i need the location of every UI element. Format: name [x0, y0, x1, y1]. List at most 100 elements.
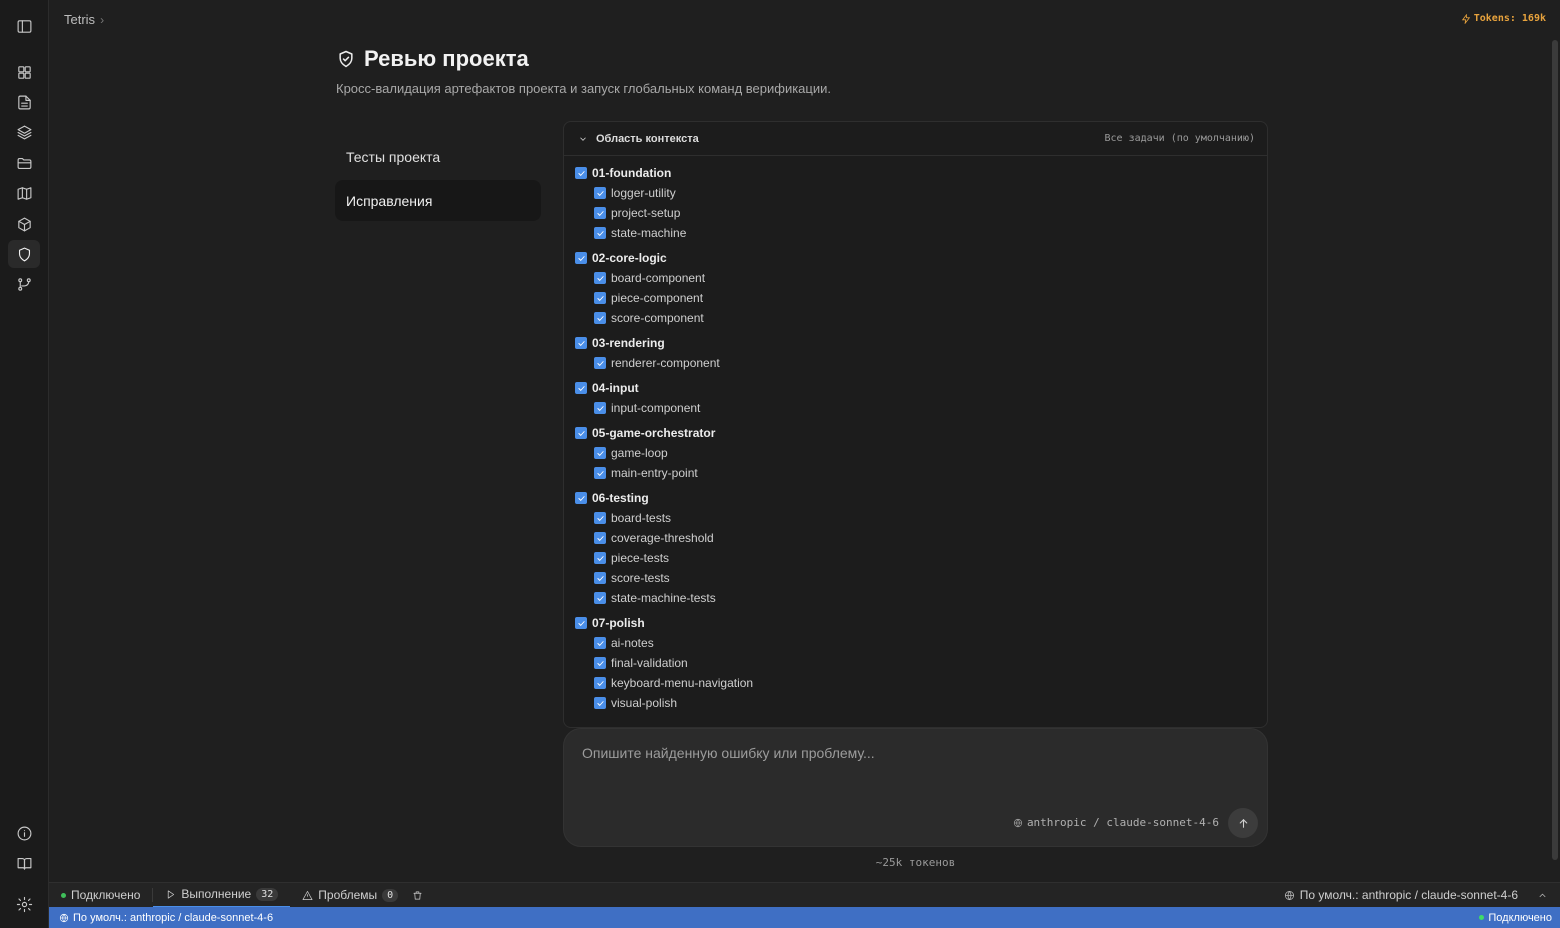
group-checkbox[interactable]	[575, 337, 587, 349]
group-checkbox[interactable]	[575, 617, 587, 629]
task-checkbox[interactable]	[594, 187, 606, 199]
chevron-up-icon[interactable]	[1537, 890, 1548, 901]
check-icon	[596, 575, 604, 581]
group-name: 04-input	[592, 381, 639, 395]
task-name: final-validation	[611, 656, 688, 670]
model-selector[interactable]: anthropic / claude-sonnet-4-6	[1013, 816, 1219, 829]
shield-icon[interactable]	[8, 240, 40, 268]
status-model[interactable]: По умолч.: anthropic / claude-sonnet-4-6	[59, 912, 273, 924]
task-checkbox[interactable]	[594, 357, 606, 369]
context-title: Область контекста	[596, 132, 699, 145]
context-scope[interactable]: Все задачи (по умолчанию)	[1104, 133, 1255, 144]
chevron-down-icon[interactable]	[578, 134, 588, 144]
task-checkbox[interactable]	[594, 227, 606, 239]
context-header[interactable]: Область контекста Все задачи (по умолчан…	[564, 122, 1267, 156]
task-row[interactable]: score-component	[575, 308, 1267, 328]
task-checkbox[interactable]	[594, 467, 606, 479]
task-checkbox[interactable]	[594, 677, 606, 689]
tab-problems[interactable]: Проблемы 0	[290, 883, 410, 908]
composer: anthropic / claude-sonnet-4-6	[563, 728, 1268, 847]
task-checkbox[interactable]	[594, 447, 606, 459]
file-text-icon[interactable]	[8, 88, 40, 116]
task-checkbox[interactable]	[594, 312, 606, 324]
group-checkbox[interactable]	[575, 252, 587, 264]
task-checkbox[interactable]	[594, 532, 606, 544]
task-row[interactable]: state-machine-tests	[575, 588, 1267, 608]
task-checkbox[interactable]	[594, 592, 606, 604]
group-checkbox[interactable]	[575, 492, 587, 504]
package-icon[interactable]	[8, 210, 40, 238]
group-row[interactable]: 03-rendering	[575, 333, 1267, 353]
section-item-project-tests[interactable]: Тесты проекта	[335, 136, 541, 177]
task-row[interactable]: board-component	[575, 268, 1267, 288]
page-subtitle: Кросс-валидация артефактов проекта и зап…	[336, 81, 831, 96]
task-row[interactable]: main-entry-point	[575, 463, 1267, 483]
task-row[interactable]: game-loop	[575, 443, 1267, 463]
task-row[interactable]: piece-component	[575, 288, 1267, 308]
task-row[interactable]: ai-notes	[575, 633, 1267, 653]
task-row[interactable]: visual-polish	[575, 693, 1267, 713]
task-row[interactable]: keyboard-menu-navigation	[575, 673, 1267, 693]
task-row[interactable]: input-component	[575, 398, 1267, 418]
task-checkbox[interactable]	[594, 637, 606, 649]
connection-status[interactable]: Подключено	[49, 883, 152, 908]
task-row[interactable]: project-setup	[575, 203, 1267, 223]
task-checkbox[interactable]	[594, 272, 606, 284]
task-row[interactable]: final-validation	[575, 653, 1267, 673]
task-row[interactable]: renderer-component	[575, 353, 1267, 373]
tokens-indicator: Tokens: 169k	[1461, 13, 1546, 24]
check-icon	[596, 405, 604, 411]
task-checkbox[interactable]	[594, 292, 606, 304]
group-checkbox[interactable]	[575, 427, 587, 439]
task-checkbox[interactable]	[594, 552, 606, 564]
group-row[interactable]: 05-game-orchestrator	[575, 423, 1267, 443]
task-row[interactable]: coverage-threshold	[575, 528, 1267, 548]
panel-model-default[interactable]: По умолч.: anthropic / claude-sonnet-4-6	[1284, 888, 1560, 902]
status-connection[interactable]: Подключено	[1479, 912, 1552, 924]
group-row[interactable]: 04-input	[575, 378, 1267, 398]
scrollbar[interactable]	[1550, 0, 1560, 882]
activity-rail	[0, 0, 49, 928]
section-item-fixes[interactable]: Исправления	[335, 180, 541, 221]
git-branch-icon[interactable]	[8, 270, 40, 298]
check-icon	[577, 255, 585, 261]
tab-execution[interactable]: Выполнение 32	[153, 883, 291, 908]
issue-input[interactable]	[582, 745, 1242, 801]
task-row[interactable]: board-tests	[575, 508, 1267, 528]
task-name: piece-component	[611, 291, 704, 305]
task-row[interactable]: score-tests	[575, 568, 1267, 588]
layers-icon[interactable]	[8, 118, 40, 146]
task-checkbox[interactable]	[594, 572, 606, 584]
grid-icon[interactable]	[8, 58, 40, 86]
map-icon[interactable]	[8, 179, 40, 207]
book-icon[interactable]	[8, 849, 40, 877]
panel-model-label: По умолч.: anthropic / claude-sonnet-4-6	[1299, 888, 1518, 902]
task-checkbox[interactable]	[594, 697, 606, 709]
send-button[interactable]	[1228, 808, 1258, 838]
status-model-label: По умолч.: anthropic / claude-sonnet-4-6	[73, 911, 274, 924]
group-checkbox[interactable]	[575, 382, 587, 394]
model-name: anthropic / claude-sonnet-4-6	[1026, 816, 1219, 829]
task-row[interactable]: piece-tests	[575, 548, 1267, 568]
scrollbar-thumb[interactable]	[1552, 40, 1558, 860]
group-checkbox[interactable]	[575, 167, 587, 179]
sidebar-toggle-icon[interactable]	[8, 12, 40, 40]
check-icon	[577, 620, 585, 626]
task-checkbox[interactable]	[594, 207, 606, 219]
task-checkbox[interactable]	[594, 402, 606, 414]
task-row[interactable]: state-machine	[575, 223, 1267, 243]
task-checkbox[interactable]	[594, 512, 606, 524]
group-row[interactable]: 02-core-logic	[575, 248, 1267, 268]
info-icon[interactable]	[8, 819, 40, 847]
breadcrumb-project[interactable]: Tetris	[64, 12, 95, 27]
folder-icon[interactable]	[8, 149, 40, 177]
task-checkbox[interactable]	[594, 657, 606, 669]
check-icon	[596, 230, 604, 236]
group-row[interactable]: 07-polish	[575, 613, 1267, 633]
clear-button[interactable]	[410, 883, 435, 908]
group-row[interactable]: 01-foundation	[575, 163, 1267, 183]
group-row[interactable]: 06-testing	[575, 488, 1267, 508]
context-panel: Область контекста Все задачи (по умолчан…	[563, 121, 1268, 728]
task-row[interactable]: logger-utility	[575, 183, 1267, 203]
gear-icon[interactable]	[8, 890, 40, 918]
